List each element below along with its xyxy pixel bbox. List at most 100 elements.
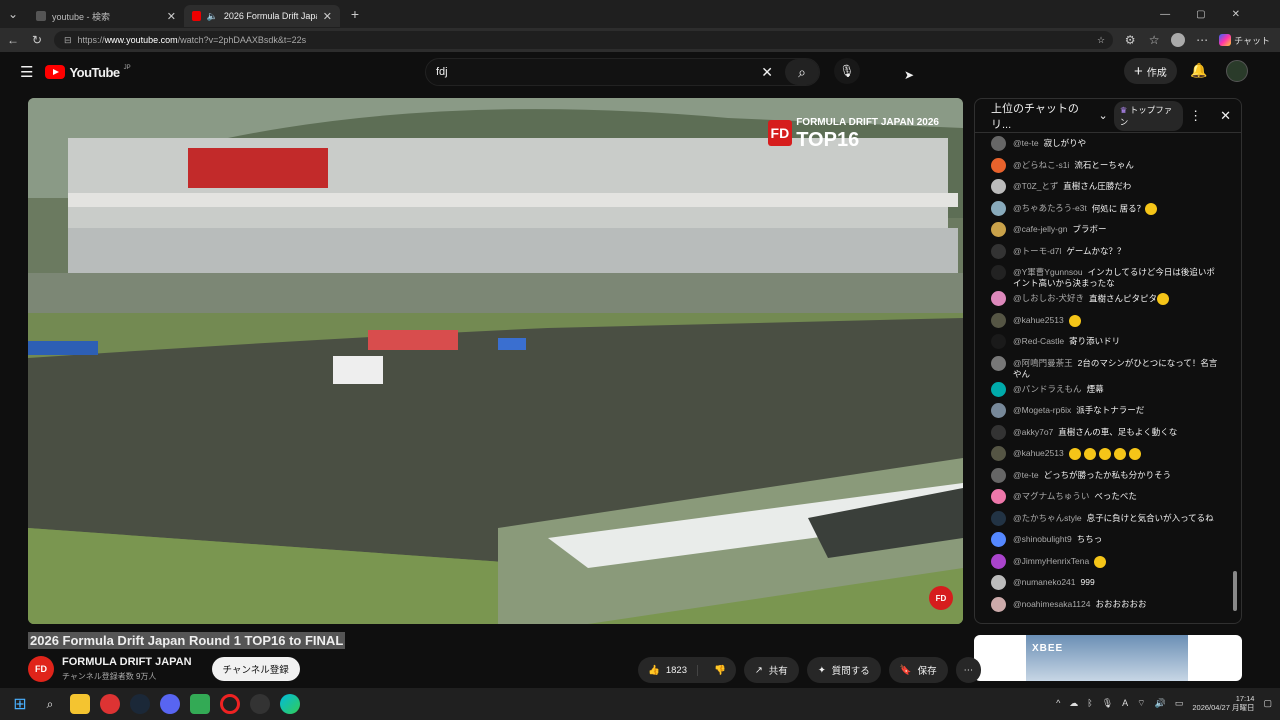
extensions-icon[interactable]: ⚙ (1123, 33, 1137, 47)
chat-author[interactable]: @Mogeta-rp6ix (1013, 405, 1071, 415)
like-button[interactable]: 👍 1823 (638, 664, 698, 676)
chat-mode-label[interactable]: 上位のチャットのリ... (991, 100, 1093, 132)
refresh-icon[interactable]: ↻ (30, 33, 44, 47)
chat-avatar[interactable] (991, 381, 1006, 397)
tab-video[interactable]: 🔈 2026 Formula Drift Japan Rou ✕ (184, 5, 340, 27)
more-actions-button[interactable]: ⋯ (955, 657, 982, 683)
wifi-icon[interactable]: ⌔ (1137, 698, 1145, 709)
chat-avatar[interactable] (991, 446, 1006, 461)
chat-avatar[interactable] (991, 575, 1006, 590)
chat-author[interactable]: @Y軍曹Ygunnsou (1013, 267, 1083, 277)
audio-icon[interactable]: 🔈 (207, 11, 218, 22)
chat-avatar[interactable] (991, 489, 1006, 504)
top-fan-badge[interactable]: ♛ トップファン (1113, 100, 1184, 131)
dislike-button[interactable]: 👎 (704, 665, 736, 676)
chat-avatar[interactable] (991, 424, 1006, 440)
search-input[interactable]: fdj ✕ ⌕ (425, 58, 820, 86)
file-explorer-icon[interactable] (70, 694, 90, 714)
edge-icon[interactable] (280, 694, 300, 714)
chat-author[interactable]: @マグナムちゅうい (1013, 491, 1089, 501)
chat-menu-icon[interactable]: ⋮ (1189, 108, 1202, 124)
channel-avatar[interactable]: FD (28, 656, 54, 682)
url-field[interactable]: ⊟ https://www.youtube.com/watch?v=2phDAA… (54, 31, 1114, 49)
youtube-logo[interactable]: YouTube JP (45, 65, 131, 80)
chat-author[interactable]: @cafe-jelly-gn (1013, 224, 1067, 234)
site-info-icon[interactable]: ⊟ (64, 35, 72, 46)
back-icon[interactable]: ← (6, 33, 20, 47)
vivaldi-icon[interactable] (100, 694, 120, 714)
chevron-up-icon[interactable]: ^ (1056, 698, 1060, 708)
chat-author[interactable]: @阿鳴門曼荼王 (1013, 358, 1073, 368)
chat-avatar[interactable] (991, 510, 1006, 526)
more-menu-icon[interactable]: ⋯ (1195, 33, 1209, 47)
chat-avatar[interactable] (991, 265, 1006, 280)
menu-icon[interactable]: ☰ (20, 63, 33, 81)
volume-icon[interactable]: 🔊 (1155, 698, 1166, 709)
opera-icon[interactable] (220, 694, 240, 714)
chat-author[interactable]: @ちゃあたろう-e3t (1013, 203, 1087, 213)
profile-icon[interactable] (1171, 33, 1186, 47)
close-tab-icon[interactable]: ✕ (167, 10, 176, 23)
chat-avatar[interactable] (991, 355, 1006, 371)
chat-author[interactable]: @te-te (1013, 138, 1039, 148)
chat-scrollbar[interactable] (1233, 571, 1237, 611)
chat-author[interactable]: @numaneko241 (1013, 577, 1076, 587)
ask-button[interactable]: ✦ 質問する (806, 657, 881, 683)
battery-icon[interactable]: ▭ (1175, 698, 1184, 709)
chat-author[interactable]: @kahue2513 (1013, 448, 1064, 458)
chat-author[interactable]: @しおしお-犬好き (1013, 293, 1084, 303)
notifications-icon[interactable]: 🔔 (1190, 62, 1207, 79)
notification-icon[interactable]: ▢ (1263, 698, 1272, 709)
ad-banner[interactable]: XBEE (974, 635, 1242, 681)
ime-icon[interactable]: A (1122, 698, 1128, 708)
chat-author[interactable]: @kahue2513 (1013, 315, 1064, 325)
chat-avatar[interactable] (991, 243, 1006, 259)
chat-avatar[interactable] (991, 157, 1006, 173)
close-chat-icon[interactable]: ✕ (1220, 108, 1231, 124)
clear-search-icon[interactable]: ✕ (761, 64, 773, 81)
discord-icon[interactable] (160, 694, 180, 714)
chat-avatar[interactable] (991, 136, 1006, 151)
steam-icon[interactable] (130, 694, 150, 714)
chat-avatar[interactable] (991, 334, 1006, 349)
channel-name[interactable]: FORMULA DRIFT JAPAN (62, 656, 192, 668)
obs-icon[interactable] (250, 694, 270, 714)
chevron-down-icon[interactable]: ⌄ (1099, 109, 1108, 122)
new-tab-icon[interactable]: + (348, 6, 362, 22)
chat-avatar[interactable] (991, 553, 1006, 569)
chat-author[interactable]: @Red-Castle (1013, 336, 1064, 346)
chat-author[interactable]: @パンドラえもん (1013, 384, 1082, 394)
bookmark-icon[interactable]: ☆ (1097, 35, 1105, 46)
share-button[interactable]: ↗ 共有 (743, 657, 799, 683)
chat-author[interactable]: @T0Z_とず (1013, 181, 1058, 191)
chat-author[interactable]: @shinobulight9 (1013, 534, 1072, 544)
chat-avatar[interactable] (991, 291, 1006, 306)
cloud-icon[interactable]: ☁ (1069, 698, 1078, 709)
voice-search-icon[interactable]: 🎙 (834, 58, 860, 84)
chat-avatar[interactable] (991, 596, 1006, 612)
chat-avatar[interactable] (991, 403, 1006, 418)
avatar[interactable] (1226, 60, 1248, 82)
chat-author[interactable]: @te-te (1013, 470, 1039, 480)
tab-youtube-search[interactable]: youtube - 検索 ✕ (28, 5, 184, 27)
bluetooth-icon[interactable]: ᛒ (1087, 698, 1092, 708)
chat-author[interactable]: @トーモ-d7l (1013, 246, 1061, 256)
subscribe-button[interactable]: チャンネル登録 (211, 657, 300, 681)
windows-start-icon[interactable]: ⊞ (10, 694, 30, 714)
chat-avatar[interactable] (991, 532, 1006, 547)
chat-avatar[interactable] (991, 179, 1006, 194)
video-player[interactable]: FD FORMULA DRIFT JAPAN 2026 TOP16 FD (28, 98, 963, 624)
chat-author[interactable]: @JimmyHenrixTena (1013, 556, 1089, 566)
clock[interactable]: 17:14 2026/04/27 月曜日 (1192, 694, 1254, 712)
chat-author[interactable]: @akky7o7 (1013, 427, 1053, 437)
search-icon[interactable]: ⌕ (40, 694, 60, 714)
favorites-icon[interactable]: ☆ (1147, 33, 1161, 47)
chat-author[interactable]: @noahimesaka1124 (1013, 599, 1090, 609)
search-button[interactable]: ⌕ (785, 59, 819, 85)
chat-avatar[interactable] (991, 467, 1006, 483)
close-tab-icon[interactable]: ✕ (323, 10, 332, 23)
chat-author[interactable]: @どらねこ-s1i (1013, 160, 1069, 170)
create-button[interactable]: + 作成 (1124, 58, 1177, 84)
app-icon[interactable] (190, 694, 210, 714)
tab-list-icon[interactable]: ⌄ (6, 7, 20, 21)
